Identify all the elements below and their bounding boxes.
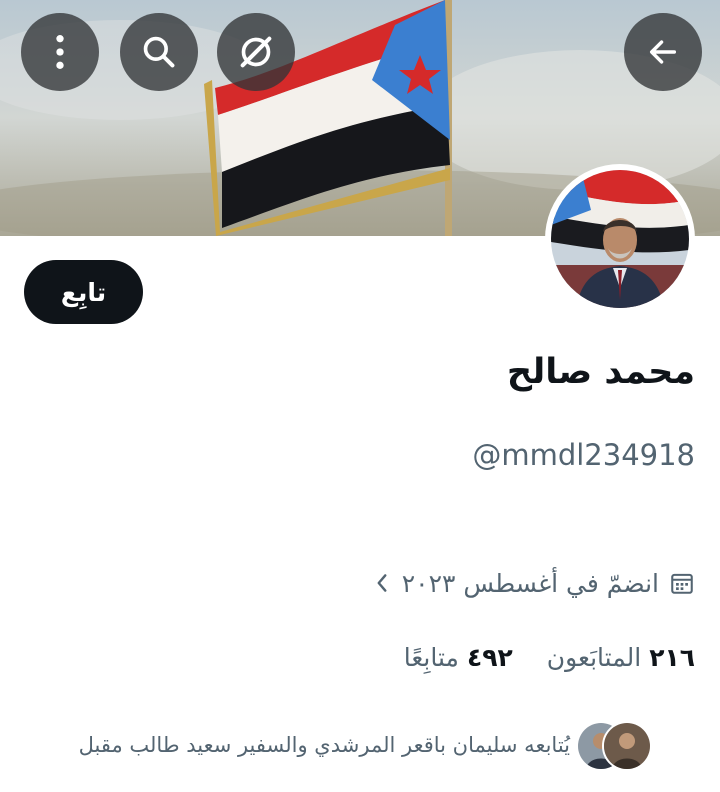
grok-icon	[240, 36, 272, 68]
search-button[interactable]	[120, 13, 198, 91]
username-handle: @mmdl234918	[472, 438, 695, 472]
followers-count: ٢١٦	[649, 643, 695, 672]
followed-by-text: يُتابعه سليمان باقعر المرشدي والسفير سعي…	[78, 733, 570, 757]
search-icon	[143, 36, 175, 68]
back-button[interactable]	[624, 13, 702, 91]
followers-label: المتابَعون	[546, 643, 642, 672]
join-date-row[interactable]: انضمّ في أغسطس ٢٠٢٣	[372, 565, 695, 601]
avatar-image	[551, 170, 689, 308]
join-date-text: انضمّ في أغسطس ٢٠٢٣	[401, 568, 659, 598]
more-vertical-icon	[56, 35, 64, 69]
following-count: ٤٩٢	[466, 643, 513, 672]
mini-avatar-1	[602, 721, 652, 771]
followers-you-know-avatars	[576, 721, 652, 771]
display-name: محمد صالح	[506, 352, 695, 392]
calendar-icon	[671, 573, 693, 594]
follow-button[interactable]: تابِع	[24, 260, 143, 324]
following-stat[interactable]: ٤٩٢ متابِعًا	[404, 643, 513, 672]
following-label: متابِعًا	[403, 643, 459, 672]
more-options-button[interactable]	[21, 13, 99, 91]
follow-stats: ٢١٦ المتابَعون ٤٩٢ متابِعًا	[404, 643, 695, 672]
grok-button[interactable]	[217, 13, 295, 91]
followers-stat[interactable]: ٢١٦ المتابَعون	[547, 643, 695, 672]
chevron-left-icon	[377, 574, 387, 592]
followed-by-row[interactable]: يُتابعه سليمان باقعر المرشدي والسفير سعي…	[78, 721, 652, 771]
arrow-left-icon	[649, 40, 677, 64]
profile-avatar[interactable]	[545, 164, 695, 314]
